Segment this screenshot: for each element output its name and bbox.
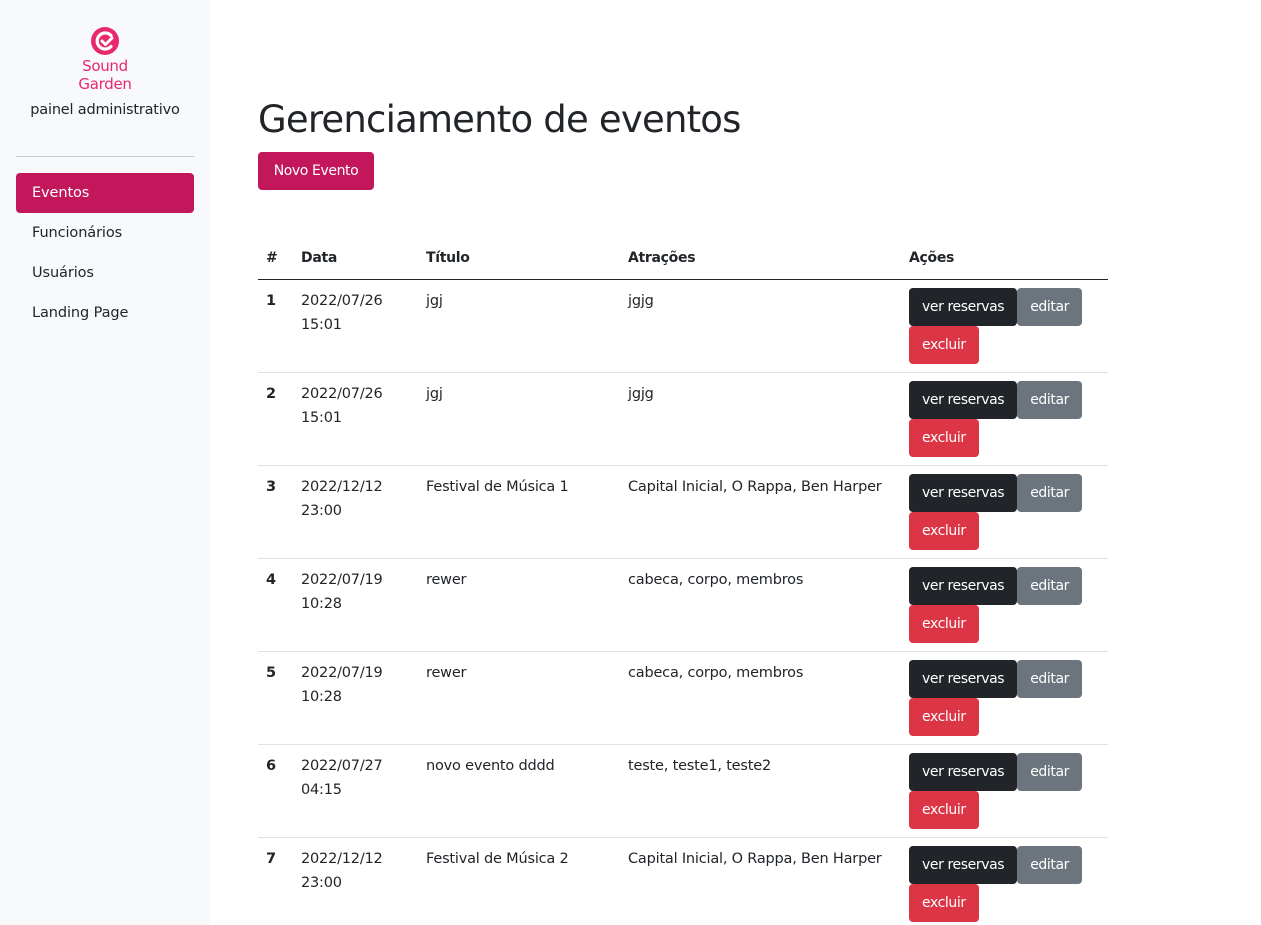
event-number: 2 — [258, 372, 293, 466]
event-actions: ver reservas editar excluir — [901, 651, 1108, 745]
view-reservations-button[interactable]: ver reservas — [909, 287, 1018, 326]
event-attractions: cabeca, corpo, membros — [620, 651, 901, 745]
table-row: 5 2022/07/19 10:28 rewer cabeca, corpo, memb… — [258, 651, 1108, 745]
edit-button[interactable]: editar — [1017, 566, 1083, 605]
event-attractions: Capital Inicial, O Rappa, Ben Harper — [620, 465, 901, 559]
event-attractions: teste, teste1, teste2 — [620, 744, 901, 838]
event-date: 2022/07/26 — [301, 385, 383, 402]
header-title: Título — [418, 238, 620, 280]
event-actions: ver reservas editar excluir — [901, 558, 1108, 652]
view-reservations-button[interactable]: ver reservas — [909, 380, 1018, 419]
delete-button[interactable]: excluir — [909, 883, 979, 922]
event-title: Festival de Música 2 — [426, 850, 569, 867]
edit-button[interactable]: editar — [1017, 287, 1083, 326]
event-title: rewer — [418, 558, 620, 652]
event-number: 7 — [266, 850, 276, 867]
header-attractions: Atrações — [620, 238, 901, 280]
event-time: 15:01 — [301, 316, 342, 333]
new-event-button[interactable]: Novo Evento — [258, 152, 374, 190]
event-date: 2022/07/19 — [301, 571, 383, 588]
sidebar-item-usuarios[interactable]: Usuários — [16, 253, 194, 293]
header-number: # — [258, 238, 293, 280]
event-time: 10:28 — [301, 688, 342, 705]
event-date: 2022/12/12 — [301, 478, 383, 495]
event-time: 04:15 — [301, 781, 342, 798]
view-reservations-button[interactable]: ver reservas — [909, 752, 1018, 791]
header-date: Data — [293, 238, 418, 280]
event-title: Festival de Música 1 — [418, 465, 620, 559]
event-date: 2022/12/12 — [301, 850, 383, 867]
table-row: 3 2022/12/12 23:00 Festival de Música 1 Capi… — [258, 465, 1108, 559]
event-time: 23:00 — [301, 502, 342, 519]
header-actions: Ações — [901, 238, 1108, 280]
view-reservations-button[interactable]: ver reservas — [909, 566, 1018, 605]
event-actions: ver reservas editar excluir — [901, 279, 1108, 373]
event-date: 2022/07/19 — [301, 664, 383, 681]
logo-text-line2: Garden — [78, 75, 132, 93]
table-row: 6 2022/07/27 04:15 novo evento dddd teste, t… — [258, 744, 1108, 838]
event-date-cell: 2022/12/12 23:00 — [293, 837, 418, 925]
event-actions: ver reservas editar excluir — [901, 465, 1108, 559]
event-attractions: Capital Inicial, O Rappa, Ben Harper — [628, 850, 882, 867]
event-date: 2022/07/27 — [301, 757, 383, 774]
sound-garden-logo-icon — [91, 27, 119, 55]
events-table: # Data Título Atrações Ações 1 2022/07/26… — [258, 238, 1108, 925]
event-time: 10:28 — [301, 595, 342, 612]
event-date-cell: 2022/07/26 15:01 — [293, 372, 418, 466]
event-title: novo evento dddd — [418, 744, 620, 838]
event-title: rewer — [418, 651, 620, 745]
delete-button[interactable]: excluir — [909, 697, 979, 736]
sidebar: Sound Garden painel administrativo Event… — [0, 0, 210, 925]
logo-text-line1: Sound — [82, 57, 128, 75]
edit-button[interactable]: editar — [1017, 845, 1083, 884]
view-reservations-button[interactable]: ver reservas — [909, 473, 1018, 512]
event-title: jgj — [418, 372, 620, 466]
event-attractions: cabeca, corpo, membros — [620, 558, 901, 652]
event-number: 5 — [258, 651, 293, 745]
sidebar-item-funcionarios[interactable]: Funcionários — [16, 213, 194, 253]
table-header-row: # Data Título Atrações Ações — [258, 238, 1108, 280]
event-date-cell: 2022/07/19 10:28 — [293, 651, 418, 745]
edit-button[interactable]: editar — [1017, 380, 1083, 419]
edit-button[interactable]: editar — [1017, 752, 1083, 791]
delete-button[interactable]: excluir — [909, 325, 979, 364]
event-date-cell: 2022/07/27 04:15 — [293, 744, 418, 838]
edit-button[interactable]: editar — [1017, 659, 1083, 698]
panel-subtitle: painel administrativo — [30, 102, 180, 118]
brand-logo[interactable]: Sound Garden — [0, 26, 210, 92]
event-actions: ver reservas editar excluir — [901, 744, 1108, 838]
sidebar-item-eventos[interactable]: Eventos — [16, 173, 194, 213]
table-row: 7 2022/12/12 23:00 Festival de Música 2 Capi… — [258, 837, 1108, 925]
event-number: 4 — [258, 558, 293, 652]
event-number: 6 — [258, 744, 293, 838]
sidebar-divider — [16, 156, 194, 157]
event-attractions: jgjg — [620, 372, 901, 466]
event-actions: ver reservas editar excluir — [901, 837, 1108, 925]
event-date-cell: 2022/12/12 23:00 — [293, 465, 418, 559]
event-attractions: jgjg — [620, 279, 901, 373]
delete-button[interactable]: excluir — [909, 604, 979, 643]
edit-button[interactable]: editar — [1017, 473, 1083, 512]
event-date: 2022/07/26 — [301, 292, 383, 309]
view-reservations-button[interactable]: ver reservas — [909, 659, 1018, 698]
sidebar-nav: Eventos Funcionários Usuários Landing Pa… — [16, 173, 194, 333]
view-reservations-button[interactable]: ver reservas — [909, 845, 1018, 884]
event-title: jgj — [418, 279, 620, 373]
table-row: 4 2022/07/19 10:28 rewer cabeca, corpo, memb… — [258, 558, 1108, 652]
table-row: 1 2022/07/26 15:01 jgj jgjg ver reservas edita… — [258, 279, 1108, 373]
event-number: 3 — [258, 465, 293, 559]
delete-button[interactable]: excluir — [909, 511, 979, 550]
sidebar-item-landing-page[interactable]: Landing Page — [16, 293, 194, 333]
table-row: 2 2022/07/26 15:01 jgj jgjg ver reservas edita… — [258, 372, 1108, 466]
event-time: 15:01 — [301, 409, 342, 426]
event-time: 23:00 — [301, 874, 342, 891]
event-date-cell: 2022/07/19 10:28 — [293, 558, 418, 652]
event-number: 1 — [258, 279, 293, 373]
delete-button[interactable]: excluir — [909, 790, 979, 829]
events-table-body: 1 2022/07/26 15:01 jgj jgjg ver reservas edita… — [258, 279, 1108, 925]
event-actions: ver reservas editar excluir — [901, 372, 1108, 466]
page-title: Gerenciamento de eventos — [258, 98, 741, 141]
delete-button[interactable]: excluir — [909, 418, 979, 457]
event-date-cell: 2022/07/26 15:01 — [293, 279, 418, 373]
